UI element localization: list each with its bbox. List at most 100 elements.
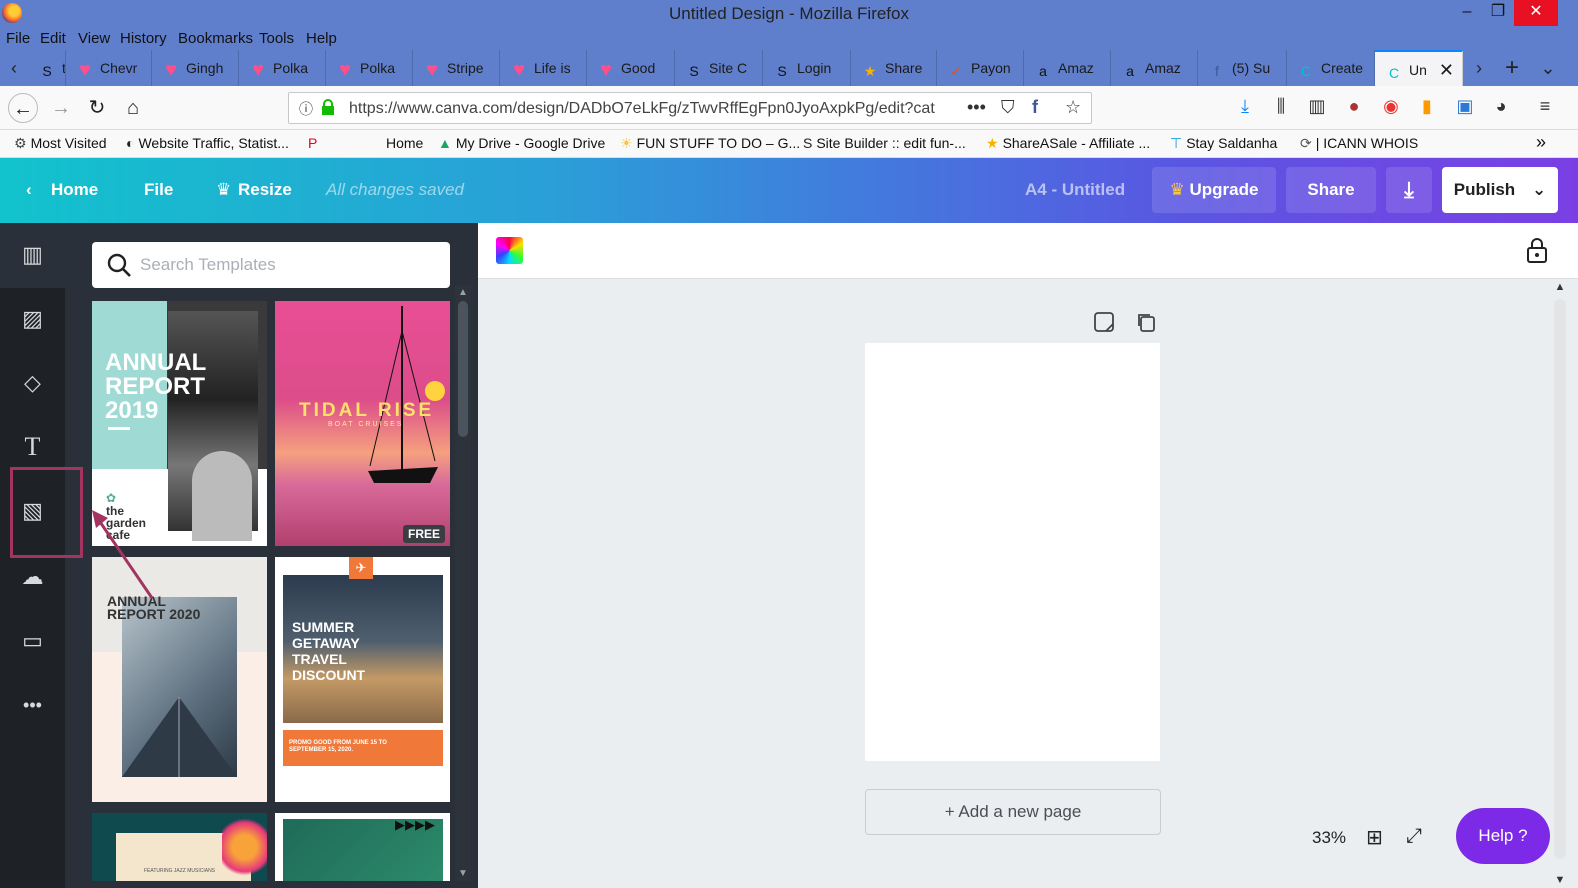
- file-menu-button[interactable]: File: [144, 180, 173, 200]
- analytics-icon[interactable]: ▮: [1414, 96, 1440, 117]
- document-name[interactable]: A4 - Untitled: [1025, 180, 1125, 200]
- browser-tab[interactable]: Stal E: [28, 50, 66, 86]
- more-bookmarks-icon[interactable]: »: [1536, 132, 1546, 153]
- bookmark-star-icon[interactable]: ☆: [1065, 97, 1081, 118]
- browser-tab[interactable]: a Amaz: [1111, 50, 1198, 86]
- template-jazz-musicians[interactable]: FEATURING JAZZ MUSICIANS: [92, 813, 267, 881]
- bookmark-item[interactable]: ◐ Website Traffic, Statist...: [126, 135, 289, 151]
- scroll-down-icon[interactable]: ▼: [455, 868, 471, 879]
- browser-tab[interactable]: ♥ Polka: [326, 50, 413, 86]
- design-page-canvas[interactable]: [865, 343, 1160, 761]
- home-button[interactable]: Home: [51, 180, 98, 200]
- search-input[interactable]: [140, 252, 430, 278]
- elements-icon[interactable]: ◇: [0, 363, 65, 403]
- url-text[interactable]: https://www.canva.com/design/DADbO7eLkFg…: [349, 100, 949, 118]
- menu-tools[interactable]: Tools: [259, 30, 294, 47]
- scroll-up-icon[interactable]: ▲: [1552, 281, 1568, 293]
- browser-tab[interactable]: f (5) Su: [1198, 50, 1287, 86]
- browser-tab[interactable]: S Login: [763, 50, 851, 86]
- resize-button[interactable]: Resize: [238, 180, 292, 200]
- downloads-icon[interactable]: ⤓: [1232, 96, 1258, 117]
- zoom-level[interactable]: 33%: [1312, 828, 1346, 848]
- list-tabs-icon[interactable]: ⌄: [1534, 50, 1562, 86]
- page-actions-icon[interactable]: •••: [967, 97, 986, 118]
- close-window-button[interactable]: ✕: [1514, 0, 1558, 26]
- text-icon[interactable]: T: [0, 427, 65, 467]
- account-icon[interactable]: ◕: [1488, 96, 1514, 117]
- bookmark-item[interactable]: ⟳ | ICANN WHOIS: [1300, 135, 1418, 152]
- address-bar[interactable]: ⓘ https://www.canva.com/design/DADbO7eLk…: [288, 92, 1092, 124]
- facebook-icon[interactable]: f: [1032, 97, 1038, 118]
- menu-view[interactable]: View: [78, 30, 110, 47]
- browser-tab[interactable]: S Site C: [675, 50, 763, 86]
- bookmark-item[interactable]: Home: [386, 135, 423, 151]
- download-icon[interactable]: ⤓: [1386, 167, 1432, 213]
- back-icon[interactable]: ←: [8, 93, 38, 123]
- share-button[interactable]: Share: [1286, 167, 1376, 213]
- tab-scroll-left-icon[interactable]: ‹: [0, 50, 28, 86]
- home-back-chevron-icon[interactable]: ‹: [26, 180, 32, 200]
- minimize-button[interactable]: –: [1451, 0, 1483, 26]
- browser-tab[interactable]: ♥ Life is: [500, 50, 587, 86]
- uploads-icon[interactable]: ☁: [0, 557, 65, 597]
- background-color-icon[interactable]: [496, 237, 523, 264]
- add-new-page-button[interactable]: + Add a new page: [865, 789, 1161, 835]
- folders-icon[interactable]: ▭: [0, 621, 65, 661]
- templates-scrollbar[interactable]: ▲ ▼: [455, 285, 471, 881]
- browser-tab[interactable]: ✓ Payon: [937, 50, 1024, 86]
- library-icon[interactable]: ⫼: [1268, 96, 1294, 117]
- scroll-down-icon[interactable]: ▼: [1552, 874, 1568, 886]
- pocket-icon[interactable]: ⛉: [1001, 97, 1015, 118]
- template-summer-getaway[interactable]: ✈ SUMMER GETAWAY TRAVEL DISCOUNT PROMO G…: [275, 557, 450, 802]
- template-tidal-rise[interactable]: TIDAL RISE BOAT CRUISES FREE: [275, 301, 450, 546]
- site-info-icon[interactable]: ⓘ: [299, 99, 313, 119]
- extension-k-icon[interactable]: ●: [1341, 96, 1367, 117]
- close-tab-icon[interactable]: ✕: [1439, 52, 1454, 86]
- sidebar-icon[interactable]: ▥: [1304, 96, 1330, 117]
- browser-tab[interactable]: ♥ Chevr: [66, 50, 152, 86]
- bookmark-item[interactable]: S Site Builder :: edit fun-...: [803, 135, 966, 151]
- fullscreen-icon[interactable]: ⤢: [1406, 825, 1422, 848]
- hamburger-menu-icon[interactable]: ≡: [1532, 96, 1558, 117]
- new-tab-icon[interactable]: +: [1498, 50, 1526, 86]
- browser-tab[interactable]: C Un ✕: [1375, 50, 1463, 86]
- screenshot-icon[interactable]: ◉: [1378, 96, 1404, 117]
- duplicate-page-icon[interactable]: [1135, 311, 1157, 333]
- menu-file[interactable]: File: [6, 30, 30, 47]
- lock-icon[interactable]: [1526, 237, 1548, 263]
- help-button[interactable]: Help ?: [1456, 808, 1550, 864]
- bookmark-item[interactable]: ★ ShareASale - Affiliate ...: [986, 135, 1150, 152]
- grid-view-icon[interactable]: ⊞: [1366, 825, 1383, 850]
- browser-tab[interactable]: ♥ Polka: [239, 50, 326, 86]
- reload-icon[interactable]: ↻: [82, 93, 112, 123]
- editor-scrollbar[interactable]: ▲ ▼: [1552, 279, 1568, 888]
- restore-button[interactable]: ❐: [1482, 0, 1514, 26]
- forward-icon[interactable]: →: [46, 93, 76, 123]
- upgrade-button[interactable]: ♛ Upgrade: [1152, 167, 1276, 213]
- bookmark-item[interactable]: ⊤ Stay Saldanha: [1170, 135, 1277, 152]
- page-notes-icon[interactable]: [1093, 311, 1115, 333]
- photos-icon[interactable]: ▨: [0, 299, 65, 339]
- browser-tab[interactable]: ♥ Gingh: [152, 50, 239, 86]
- bookmark-item[interactable]: P: [308, 135, 321, 151]
- home-icon[interactable]: ⌂: [118, 93, 148, 123]
- bookmark-item[interactable]: ☀ FUN STUFF TO DO – G...: [620, 135, 800, 152]
- bookmark-item[interactable]: ⚙ Most Visited: [14, 135, 107, 152]
- tab-scroll-right-icon[interactable]: ›: [1465, 50, 1493, 86]
- scroll-up-icon[interactable]: ▲: [455, 287, 471, 298]
- more-icon[interactable]: •••: [0, 685, 65, 725]
- browser-tab[interactable]: ♥ Good: [587, 50, 675, 86]
- menu-bookmarks[interactable]: Bookmarks: [178, 30, 253, 47]
- bookmark-item[interactable]: ▲ My Drive - Google Drive: [438, 135, 605, 151]
- browser-tab[interactable]: a Amaz: [1024, 50, 1111, 86]
- browser-tab[interactable]: ♥ Stripe: [413, 50, 500, 86]
- extension-s-icon[interactable]: ▣: [1452, 96, 1478, 117]
- browser-tab[interactable]: C Create: [1287, 50, 1375, 86]
- scrollbar-thumb[interactable]: [1554, 299, 1566, 859]
- templates-icon[interactable]: ▥: [0, 235, 65, 275]
- menu-edit[interactable]: Edit: [40, 30, 66, 47]
- publish-button[interactable]: Publish ⌄: [1442, 167, 1558, 213]
- menu-history[interactable]: History: [120, 30, 167, 47]
- menu-help[interactable]: Help: [306, 30, 337, 47]
- template-music-event[interactable]: ▶▶▶▶: [275, 813, 450, 881]
